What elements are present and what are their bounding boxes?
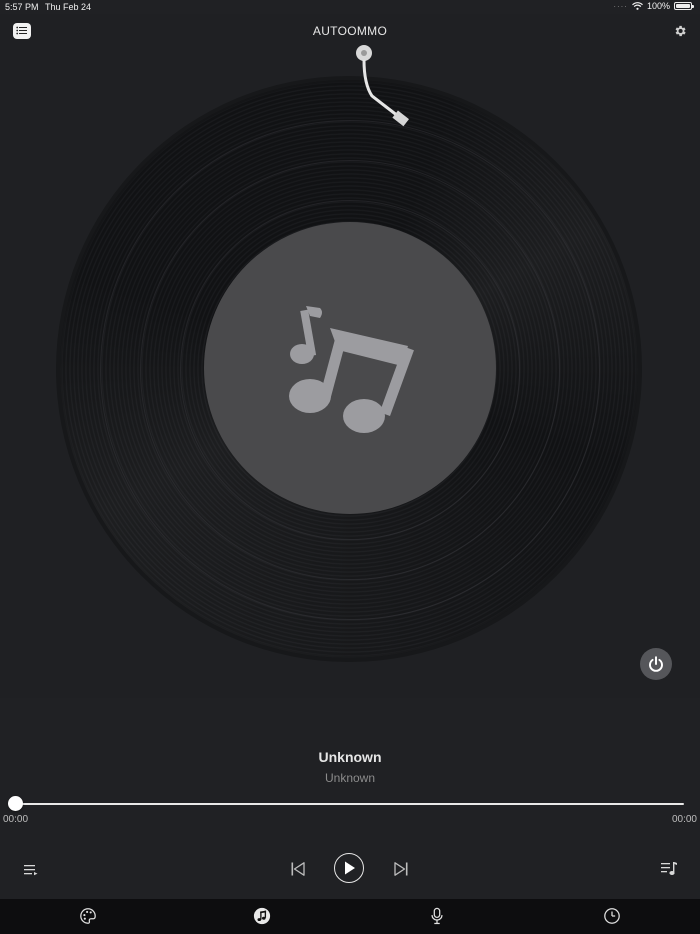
settings-button[interactable] xyxy=(673,24,687,38)
queue-icon[interactable] xyxy=(24,864,38,876)
elapsed-time: 00:00 xyxy=(3,814,29,825)
status-date: Thu Feb 24 xyxy=(45,2,92,12)
status-bar: 5:57 PM Thu Feb 24 ···· 100% xyxy=(0,0,700,14)
track-title: Unknown xyxy=(318,749,382,765)
tonearm xyxy=(356,45,409,127)
music-notes-icon xyxy=(289,306,414,433)
header: AUTOOMMO xyxy=(0,14,700,48)
status-indicators: ···· 100% xyxy=(613,1,694,11)
previous-icon[interactable] xyxy=(290,861,306,877)
signal-dots-icon: ···· xyxy=(613,1,628,11)
battery-icon xyxy=(674,2,694,10)
power-button[interactable] xyxy=(640,648,672,680)
play-button[interactable] xyxy=(334,853,364,883)
app-title: AUTOOMMO xyxy=(312,24,388,38)
track-artist: Unknown xyxy=(324,771,376,785)
music-note-icon[interactable] xyxy=(253,907,271,925)
wifi-icon xyxy=(632,2,643,10)
next-icon[interactable] xyxy=(393,861,409,877)
tab-bar xyxy=(0,899,700,934)
palette-icon[interactable] xyxy=(79,907,97,925)
gear-icon xyxy=(675,25,686,37)
microphone-icon[interactable] xyxy=(428,907,446,925)
playlist-icon[interactable] xyxy=(661,861,677,877)
progress-slider[interactable] xyxy=(16,803,684,805)
play-icon xyxy=(345,861,355,875)
progress-knob[interactable] xyxy=(8,796,23,811)
power-icon xyxy=(649,656,663,672)
clock-icon[interactable] xyxy=(603,907,621,925)
battery-percent: 100% xyxy=(646,1,670,11)
total-time: 00:00 xyxy=(671,814,697,825)
status-time: 5:57 PM xyxy=(5,2,39,12)
